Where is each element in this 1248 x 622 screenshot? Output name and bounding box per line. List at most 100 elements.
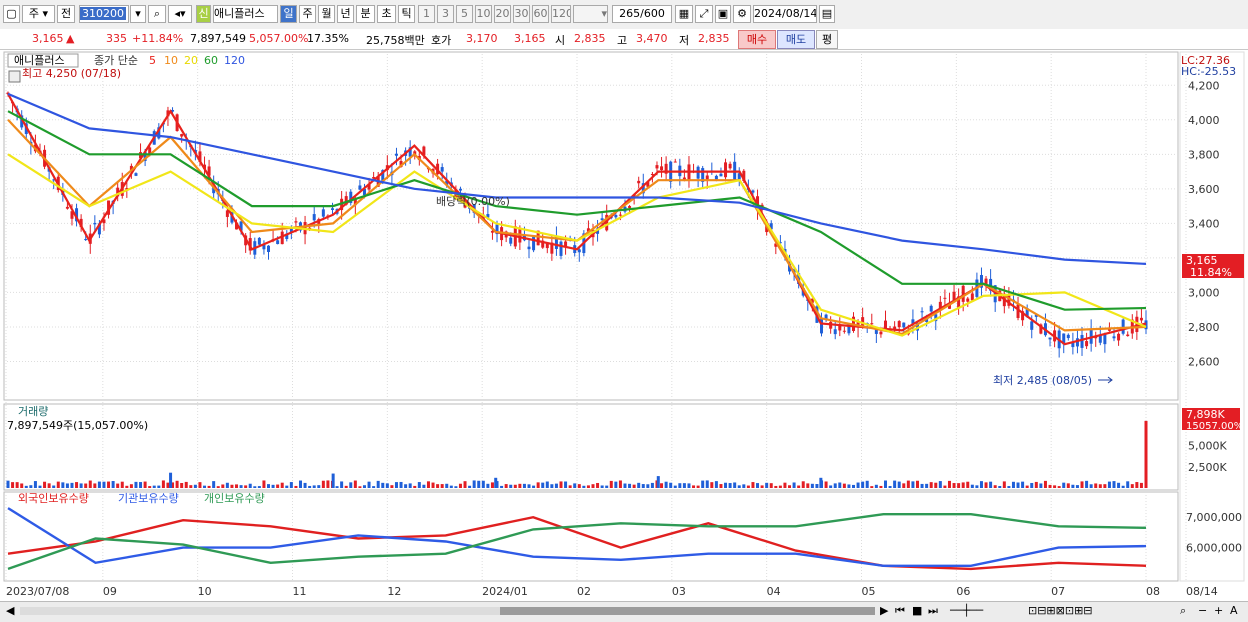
volume-bar: [1025, 485, 1029, 488]
volume-bar: [522, 483, 526, 488]
last-page-icon[interactable]: ⏭: [928, 604, 938, 618]
volume-bar: [449, 485, 453, 488]
interval-5-button[interactable]: 5: [456, 5, 473, 23]
volume-bar: [783, 482, 787, 488]
draw-tools-icon[interactable]: ⤢: [695, 5, 713, 23]
panel-toggle-icon[interactable]: [8, 70, 21, 83]
volume-bar: [394, 482, 398, 488]
volume-bar: [1098, 484, 1102, 488]
count-field[interactable]: 265/600: [612, 5, 672, 23]
interval-dropdown[interactable]: ▾: [573, 5, 608, 23]
stock-code-input[interactable]: 310200: [79, 5, 129, 23]
volume-bar: [75, 482, 79, 488]
interval-30-button[interactable]: 30: [513, 5, 530, 23]
chart-tools-icon[interactable]: ▦: [675, 5, 693, 23]
save-icon[interactable]: ▣: [715, 5, 731, 23]
period-minute-button[interactable]: 분: [356, 5, 375, 23]
open-label: 시: [555, 34, 566, 47]
scroll-left-icon[interactable]: ◀: [6, 604, 14, 618]
volume-bar: [842, 483, 846, 488]
stop-icon[interactable]: ■: [912, 604, 922, 618]
volume-bar: [737, 485, 741, 488]
volume-bar: [660, 483, 664, 488]
date-field[interactable]: 2024/08/14: [753, 5, 817, 23]
stock-chart[interactable]: 4,2004,0003,8003,6003,4003,2003,0002,800…: [0, 50, 1248, 605]
interval-3-button[interactable]: 3: [437, 5, 454, 23]
interval-120-button[interactable]: 120: [551, 5, 571, 23]
interval-20-button[interactable]: 20: [494, 5, 511, 23]
candle-body: [1085, 341, 1089, 347]
volume-bar: [134, 481, 138, 488]
volume-y-tick: 5,000K: [1188, 440, 1227, 453]
x-axis-label: 08: [1146, 585, 1160, 598]
volume-bar: [490, 482, 494, 488]
volume-bar: [111, 481, 115, 488]
gear-icon[interactable]: ⚙: [733, 5, 751, 23]
scroll-right-icon[interactable]: ▶: [880, 604, 888, 618]
volume-bar: [797, 485, 801, 488]
candle-body: [1066, 334, 1070, 339]
ma120-label[interactable]: 120: [224, 54, 245, 67]
period-tick-button[interactable]: 틱: [398, 5, 415, 23]
volume-bar: [874, 484, 878, 488]
period-month-button[interactable]: 월: [318, 5, 335, 23]
stock-name-field[interactable]: 애니플러스: [213, 5, 278, 23]
chart-tools-bar-icons[interactable]: ⊡⊟⊞⊠⊡⊞⊟: [1028, 604, 1093, 618]
ma5-label[interactable]: 5: [149, 54, 156, 67]
interval-60-button[interactable]: 60: [532, 5, 549, 23]
horizontal-scrollbar[interactable]: [20, 607, 875, 615]
volume-bar: [244, 485, 248, 488]
eval-button[interactable]: 평: [816, 30, 838, 49]
volume-bar: [93, 483, 97, 488]
candle-body: [559, 241, 563, 256]
period-second-button[interactable]: 초: [377, 5, 396, 23]
period-year-button[interactable]: 년: [337, 5, 354, 23]
candle-body: [842, 330, 846, 332]
font-size-icon[interactable]: A: [1230, 604, 1238, 618]
volume-bar: [920, 483, 924, 488]
ma20-label[interactable]: 20: [184, 54, 198, 67]
candle-body: [180, 134, 184, 137]
volume-bar: [893, 480, 897, 488]
interval-1-button[interactable]: 1: [418, 5, 435, 23]
prev-button[interactable]: 전: [57, 5, 75, 23]
volume-bar: [714, 481, 718, 488]
volume-bar: [1126, 481, 1130, 488]
calendar-icon[interactable]: ▤: [819, 5, 835, 23]
x-axis-label: 02: [577, 585, 591, 598]
volume-bar: [11, 482, 15, 488]
zoom-plus-icon[interactable]: +: [1214, 604, 1223, 618]
volume-spike-bar: [494, 477, 498, 488]
volume-bar: [1112, 481, 1116, 488]
volume-bar: [29, 485, 33, 488]
volume-bar: [1130, 484, 1134, 488]
search-icon[interactable]: ⌕: [148, 5, 166, 23]
code-dropdown-icon[interactable]: ▾: [130, 5, 146, 23]
zoom-in-icon[interactable]: ⌕: [1180, 604, 1186, 618]
candle-body: [628, 206, 632, 208]
period-day-button[interactable]: 일: [280, 5, 297, 23]
speaker-icon[interactable]: ◂▾: [168, 5, 192, 23]
zoom-slider-icon[interactable]: ──┼──: [950, 604, 983, 618]
scrollbar-thumb[interactable]: [500, 607, 875, 615]
period-week-button[interactable]: 주: [299, 5, 316, 23]
buy-button[interactable]: 매수: [738, 30, 776, 49]
volume-bar: [952, 483, 956, 488]
x-axis-label: 03: [672, 585, 686, 598]
toolbar: ▢ 주 ▾ 전 310200 ▾ ⌕ ◂▾ 신 애니플러스 일 주 월 년 분 …: [0, 0, 1248, 30]
ma10-label[interactable]: 10: [164, 54, 178, 67]
x-axis-label: 05: [862, 585, 876, 598]
volume-bar: [852, 484, 856, 488]
volume-bar: [148, 486, 152, 488]
interval-10-button[interactable]: 10: [475, 5, 492, 23]
layout-icon[interactable]: ▢: [3, 5, 20, 23]
ma60-label[interactable]: 60: [204, 54, 218, 67]
volume-bar: [1048, 484, 1052, 488]
market-select[interactable]: 주 ▾: [22, 5, 55, 23]
volume-bar: [673, 485, 677, 488]
volume-spike-bar: [819, 477, 823, 488]
volume-bar: [1107, 481, 1111, 488]
sell-button[interactable]: 매도: [777, 30, 815, 49]
zoom-out-icon[interactable]: −: [1198, 604, 1207, 618]
first-page-icon[interactable]: ⏮: [895, 604, 905, 618]
